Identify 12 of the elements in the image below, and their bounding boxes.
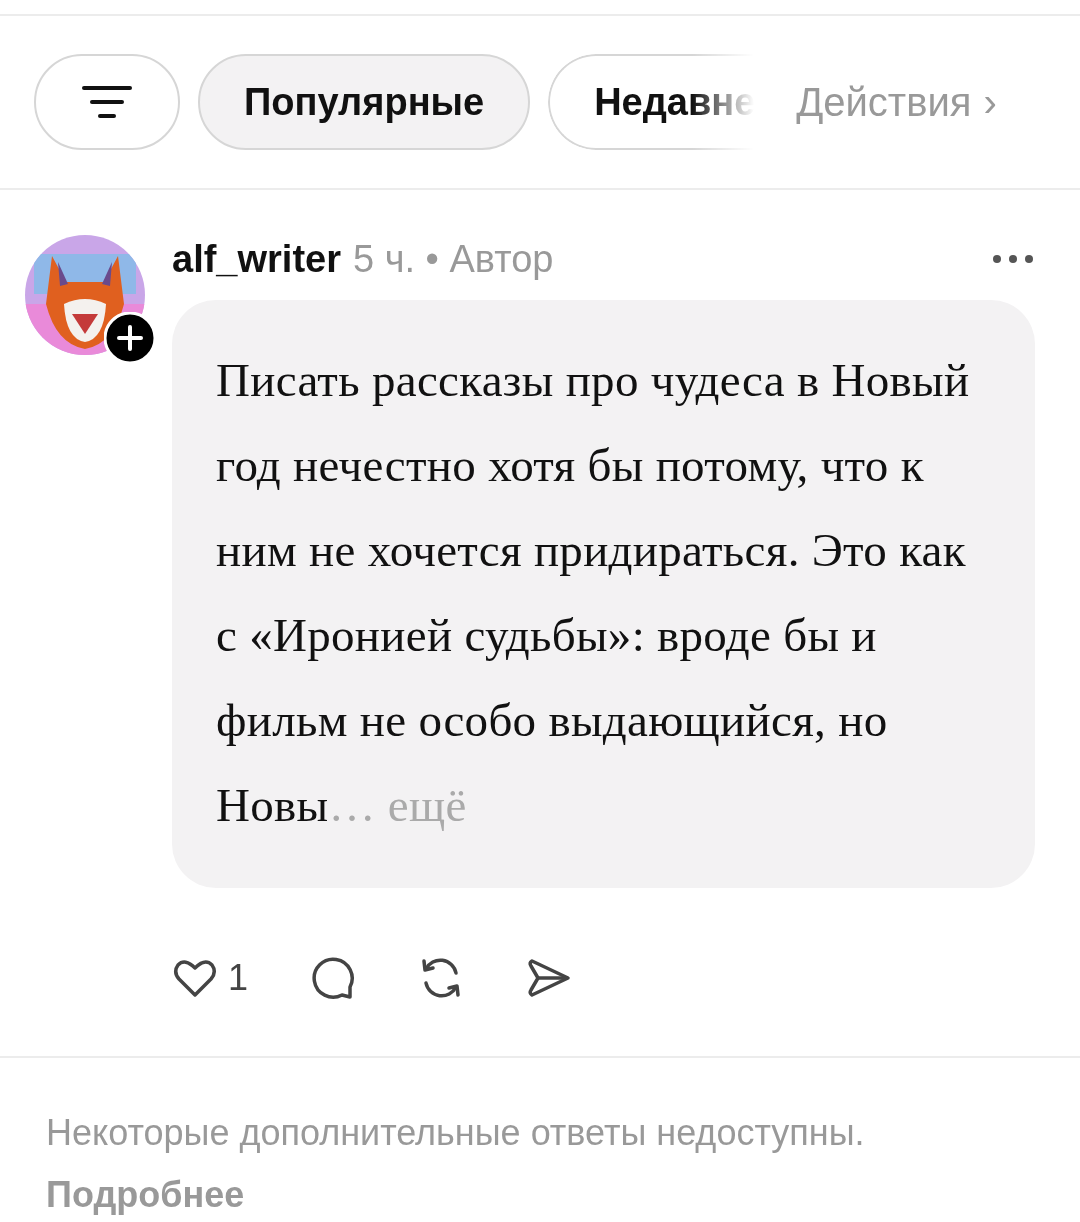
follow-icon[interactable]: [104, 312, 156, 364]
reply-button[interactable]: [310, 955, 357, 1001]
filter-chip[interactable]: Популярные: [198, 54, 531, 150]
speech-bubble-icon: [310, 955, 357, 1001]
post-meta: 5 ч. • Автор: [352, 237, 554, 281]
filter-icon: [81, 84, 133, 120]
notice-text: Некоторые дополнительные ответы недоступны.: [46, 1112, 865, 1153]
comment-text: Писать рассказы про чудеса в Новый год нечестно хотя бы потому, что к ним не хочется придираться. Это как с «Иронией судьбы»: вроде бы и фильм не особо выдающийся, но Новы… ещё: [216, 353, 971, 833]
username[interactable]: alf_writer: [172, 237, 341, 281]
filter-chip[interactable]: Недавне: [548, 54, 755, 150]
more-icon[interactable]: [991, 253, 1035, 265]
like-button[interactable]: 1: [172, 955, 249, 1001]
